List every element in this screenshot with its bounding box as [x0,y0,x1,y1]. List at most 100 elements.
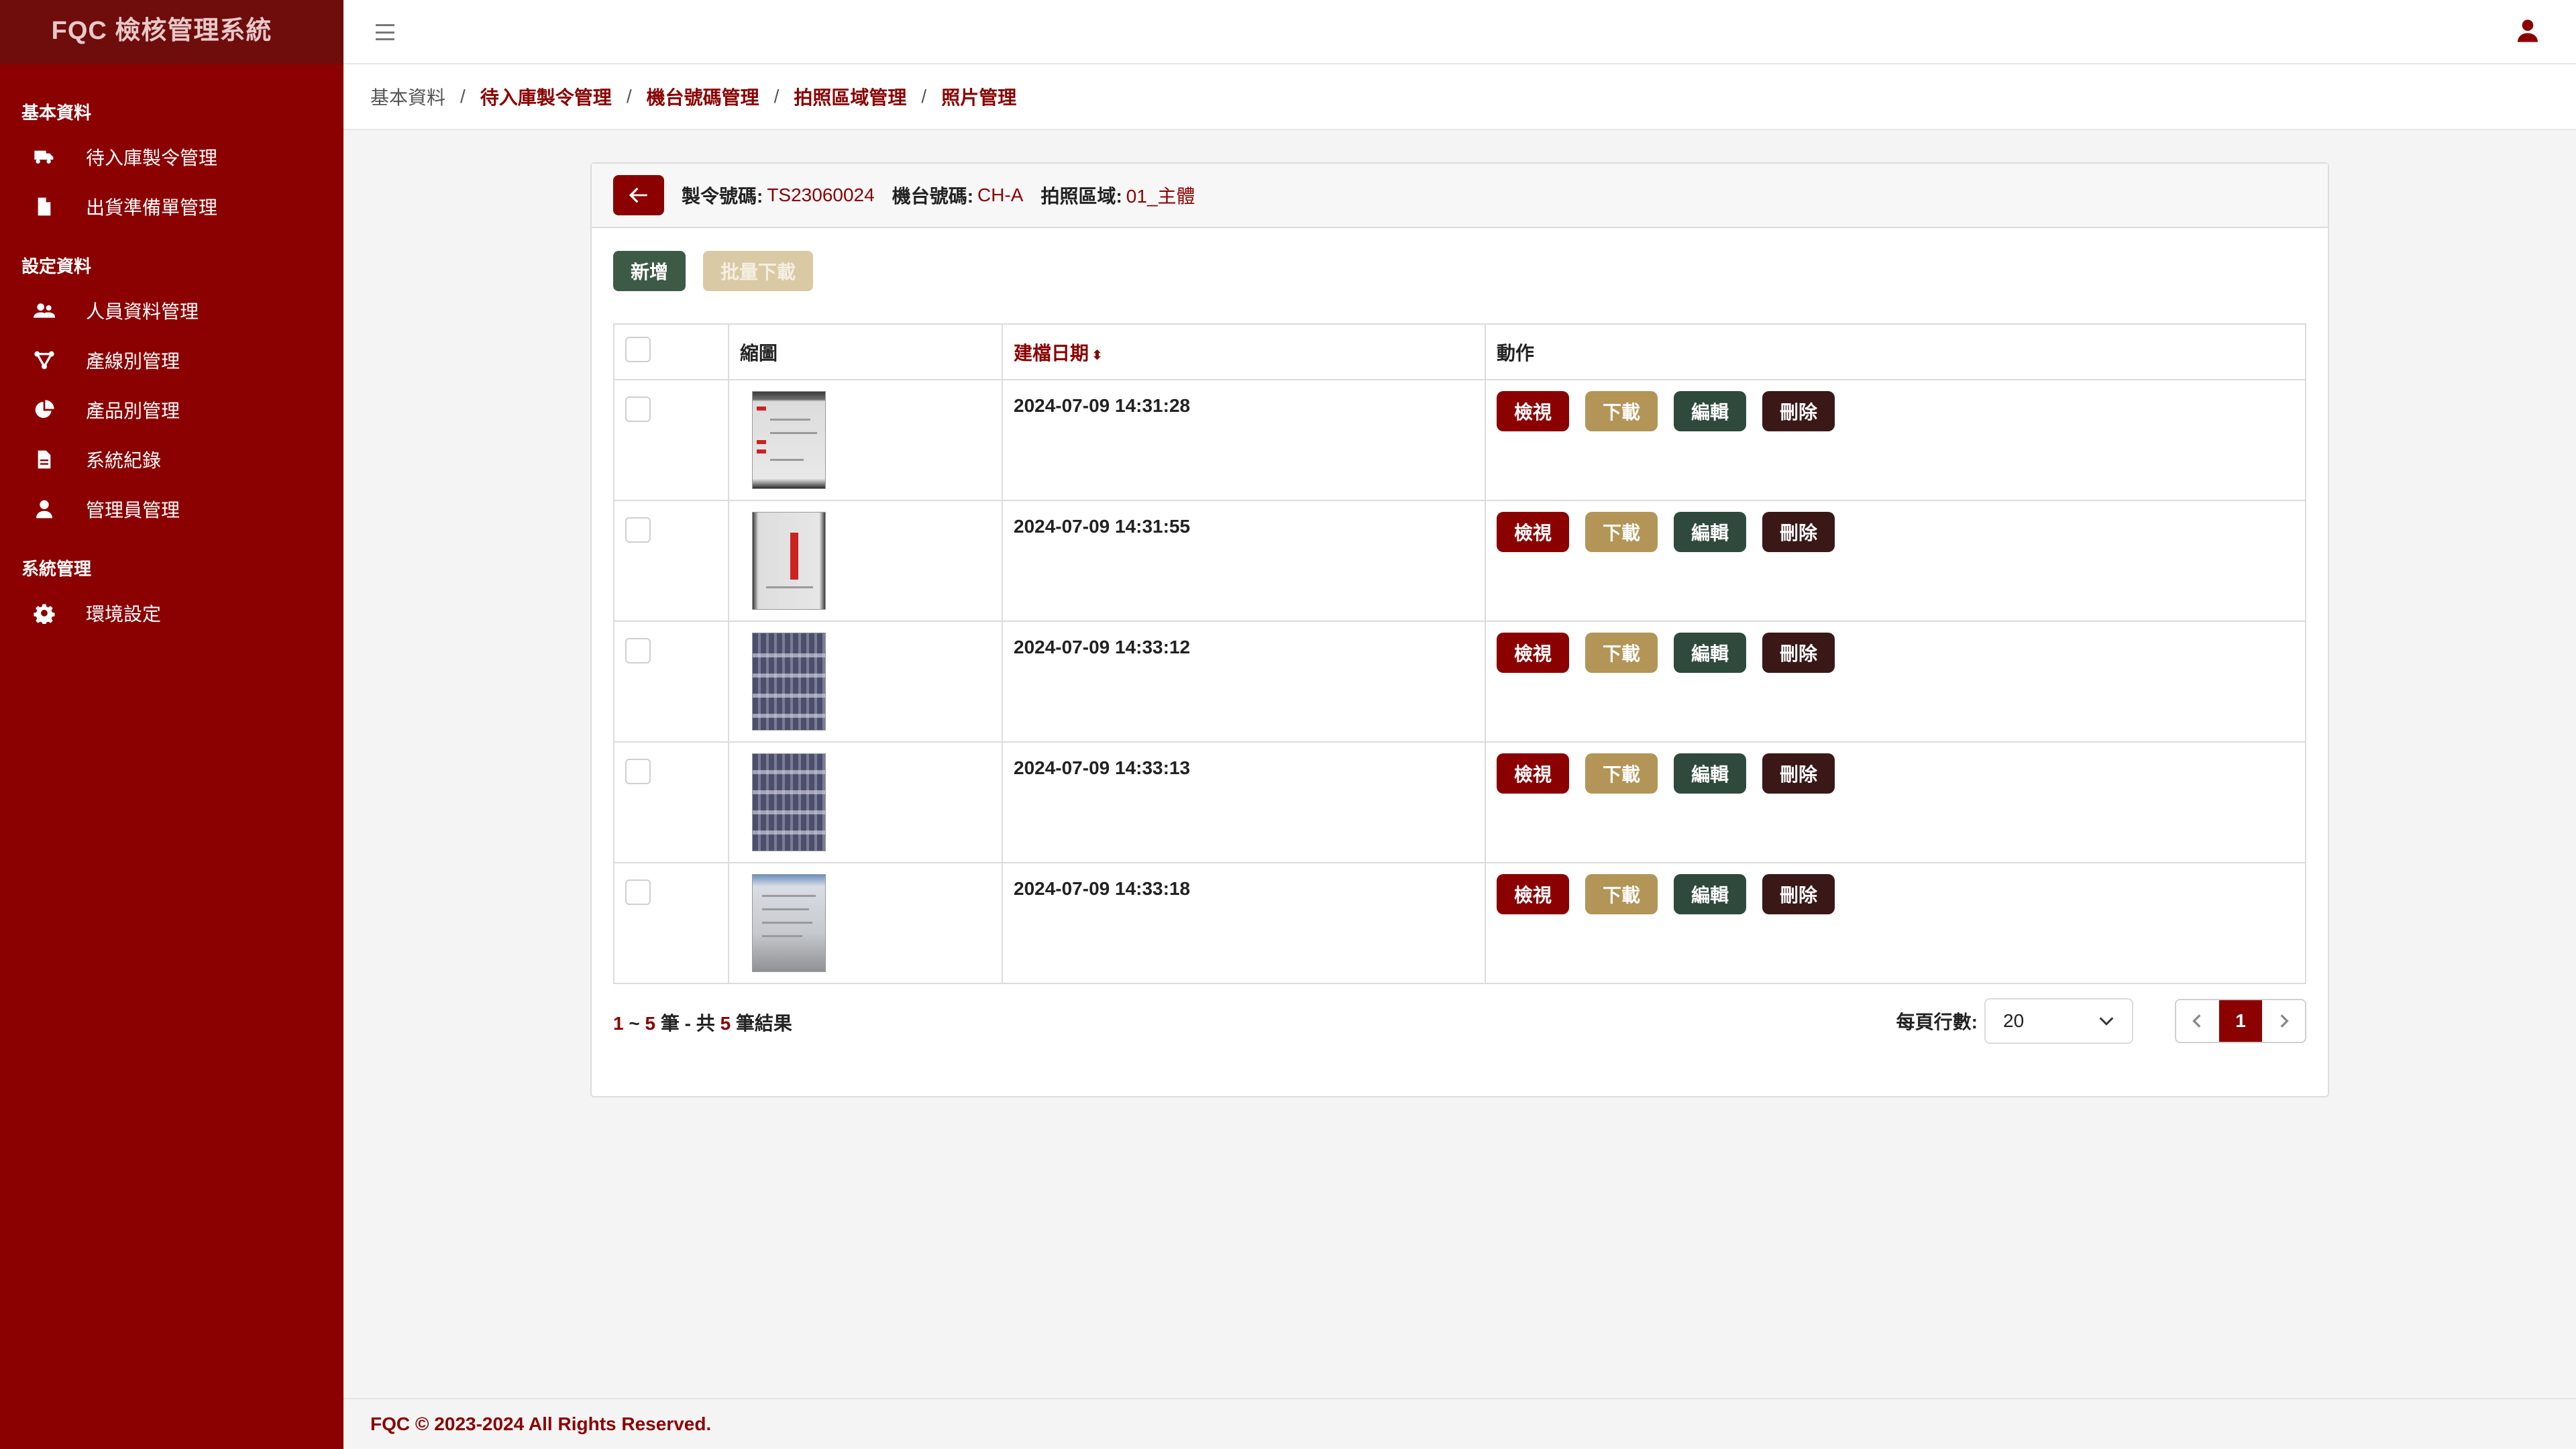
delete-button[interactable]: 刪除 [1762,391,1835,431]
topbar [343,0,2576,64]
user-account-icon[interactable] [2514,17,2541,44]
sidebar-item-label: 出貨準備單管理 [86,197,218,218]
column-header-created-date[interactable]: 建檔日期 ⬍ [1002,325,1486,380]
file-icon [32,195,56,219]
breadcrumb-separator: / [460,86,466,107]
edit-button[interactable]: 編輯 [1674,753,1746,794]
sidebar-section-basic: 基本資料 [21,103,92,123]
sidebar-item-system-log[interactable]: 系統紀錄 [0,435,343,484]
chevron-left-icon [2192,1014,2201,1028]
truck-icon [32,145,56,169]
view-button[interactable]: 檢視 [1497,512,1569,552]
sidebar-item-personnel[interactable]: 人員資料管理 [0,286,343,335]
sidebar-item-pending-orders[interactable]: 待入庫製令管理 [0,132,343,182]
sidebar-section-system: 系統管理 [21,559,92,579]
delete-button[interactable]: 刪除 [1762,874,1835,914]
total-count: 5 [720,1013,731,1034]
range-to: 5 [645,1013,656,1034]
toolbar: 新增 批量下載 [613,251,813,291]
view-button[interactable]: 檢視 [1497,753,1569,794]
next-page-button[interactable] [2262,1000,2305,1042]
edit-button[interactable]: 編輯 [1674,874,1746,914]
created-date: 2024-07-09 14:31:55 [1014,516,1191,537]
sidebar-item-label: 產線別管理 [86,351,180,372]
machine-number-label: 機台號碼: [892,186,974,207]
pagination-controls: 每頁行數: 20 1 [1896,998,2306,1044]
row-checkbox[interactable] [625,638,651,663]
order-number-label: 製令號碼: [682,186,763,207]
view-button[interactable]: 檢視 [1497,633,1569,673]
photo-management-card: 製令號碼: TS23060024 機台號碼: CH-A 拍照區域: 01_主體 … [590,162,2329,1097]
breadcrumb-root: 基本資料 [370,87,446,108]
photo-thumbnail[interactable] [752,874,826,972]
back-button[interactable] [613,175,664,215]
users-icon [32,299,56,323]
photo-area-value: 01_主體 [1126,186,1195,207]
edit-button[interactable]: 編輯 [1674,633,1746,673]
batch-download-button[interactable]: 批量下載 [703,251,813,291]
select-all-checkbox[interactable] [625,337,651,362]
prev-page-button[interactable] [2176,1000,2219,1042]
sidebar-section-settings: 設定資料 [21,256,92,276]
chevron-right-icon [2280,1014,2289,1028]
view-button[interactable]: 檢視 [1497,391,1569,431]
chevron-down-icon [2099,1017,2114,1026]
pie-chart-icon [32,398,56,422]
breadcrumb-photo-areas[interactable]: 拍照區域管理 [794,83,906,110]
pager: 1 [2175,999,2306,1043]
gear-icon [32,601,56,625]
photo-thumbnail[interactable] [752,512,826,610]
total-prefix: 共 [696,1013,715,1034]
total-suffix: 筆結果 [735,1013,792,1034]
table-row: 2024-07-09 14:33:12 檢視 下載 編輯 刪除 [614,621,2305,742]
sidebar-item-admin[interactable]: 管理員管理 [0,484,343,534]
download-button[interactable]: 下載 [1585,633,1658,673]
app-title[interactable]: FQC 檢核管理系統 [0,0,343,64]
table-row: 2024-07-09 14:31:28 檢視 下載 編輯 刪除 [614,380,2305,500]
table-header-row: 縮圖 建檔日期 ⬍ 動作 [614,325,2305,380]
row-checkbox[interactable] [625,759,651,784]
add-button[interactable]: 新增 [613,251,686,291]
edit-button[interactable]: 編輯 [1674,512,1746,552]
order-number-value: TS23060024 [767,184,875,205]
photo-area-label: 拍照區域: [1040,186,1122,207]
breadcrumb-pending-orders[interactable]: 待入庫製令管理 [480,83,612,110]
view-button[interactable]: 檢視 [1497,874,1569,914]
arrow-left-icon [629,187,647,203]
column-header-thumbnail: 縮圖 [729,325,1003,380]
created-date: 2024-07-09 14:33:18 [1014,878,1191,899]
sidebar-item-label: 產品別管理 [86,400,180,421]
menu-toggle-icon[interactable] [370,20,400,44]
sidebar-item-product-type[interactable]: 產品別管理 [0,385,343,435]
sidebar-item-environment[interactable]: 環境設定 [0,588,343,638]
photo-thumbnail[interactable] [752,753,826,851]
delete-button[interactable]: 刪除 [1762,512,1835,552]
row-checkbox[interactable] [625,396,651,422]
download-button[interactable]: 下載 [1585,753,1658,794]
delete-button[interactable]: 刪除 [1762,753,1835,794]
page-number-button[interactable]: 1 [2219,1000,2262,1042]
breadcrumb-photo-management[interactable]: 照片管理 [941,83,1016,110]
sidebar-item-shipping-prep[interactable]: 出貨準備單管理 [0,182,343,231]
breadcrumb-separator: / [626,86,632,107]
download-button[interactable]: 下載 [1585,874,1658,914]
sort-icon: ⬍ [1091,347,1103,363]
document-icon [32,447,56,472]
download-button[interactable]: 下載 [1585,512,1658,552]
rows-per-page-value: 20 [2003,1010,2025,1031]
row-checkbox[interactable] [625,879,651,905]
breadcrumb-machine-numbers[interactable]: 機台號碼管理 [647,83,759,110]
sidebar-item-label: 人員資料管理 [86,301,199,322]
sidebar-item-production-line[interactable]: 產線別管理 [0,335,343,385]
row-checkbox[interactable] [625,517,651,543]
edit-button[interactable]: 編輯 [1674,391,1746,431]
download-button[interactable]: 下載 [1585,391,1658,431]
photo-thumbnail[interactable] [752,391,826,489]
copyright-text: FQC © 2023-2024 All Rights Reserved. [370,1413,712,1434]
delete-button[interactable]: 刪除 [1762,633,1835,673]
created-date: 2024-07-09 14:33:13 [1014,757,1191,778]
sidebar-item-label: 系統紀錄 [86,450,162,471]
photo-thumbnail[interactable] [752,633,826,731]
created-date: 2024-07-09 14:33:12 [1014,637,1191,657]
rows-per-page-select[interactable]: 20 [1984,998,2133,1044]
